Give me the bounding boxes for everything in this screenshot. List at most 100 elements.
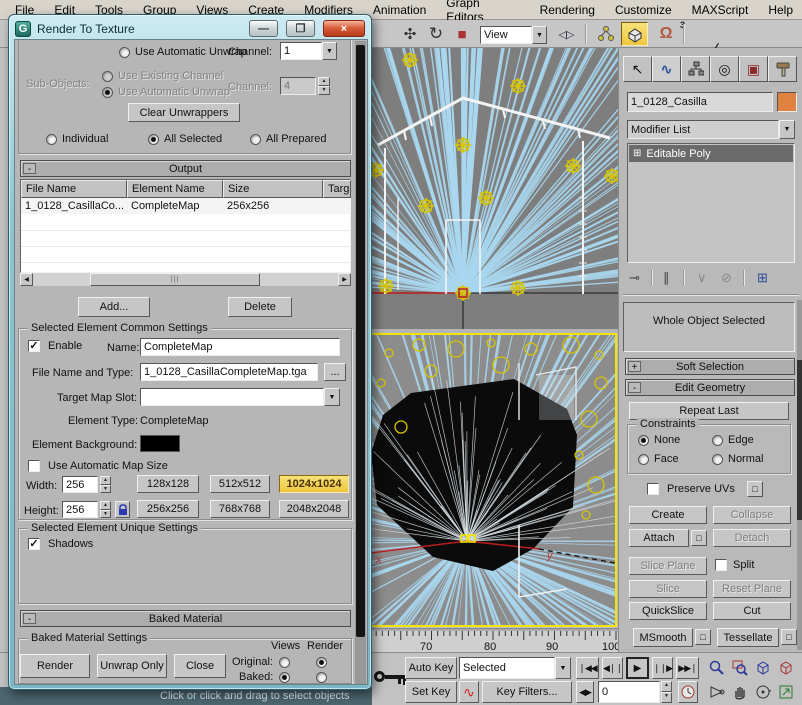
maximize-button[interactable]: ❐ bbox=[286, 20, 315, 37]
channel-sub-spinner[interactable]: ▲ ▼ bbox=[318, 77, 330, 95]
reference-coordinate-dropdown[interactable]: View bbox=[480, 26, 532, 44]
target-map-slot-dropdown[interactable] bbox=[140, 388, 324, 406]
select-rotate-icon[interactable]: ↻ bbox=[424, 23, 448, 45]
scroll-right-button[interactable]: ▶ bbox=[338, 273, 351, 286]
detach-button[interactable]: Detach bbox=[713, 529, 791, 547]
go-to-end-button[interactable]: ▶▶❘ bbox=[676, 657, 699, 679]
constraint-edge-radio[interactable] bbox=[712, 435, 723, 446]
collapse-button[interactable]: Collapse bbox=[713, 506, 791, 524]
shadows-checkbox[interactable]: ✓ bbox=[28, 538, 40, 550]
height-field[interactable]: 256 bbox=[62, 501, 98, 518]
all-selected-radio[interactable] bbox=[148, 134, 159, 145]
default-in-out-tangents-icon[interactable]: ∿ bbox=[459, 681, 479, 703]
element-name-field[interactable]: CompleteMap bbox=[140, 338, 340, 356]
create-button[interactable]: Create bbox=[629, 506, 707, 524]
render-to-texture-dialog[interactable]: G Render To Texture — ❐ × Use Automatic … bbox=[8, 14, 372, 690]
object-color-swatch[interactable] bbox=[777, 92, 797, 112]
zoom-extents-all-button[interactable] bbox=[775, 657, 796, 679]
menu-maxscript[interactable]: MAXScript bbox=[683, 2, 758, 18]
go-to-start-button[interactable]: ❘◀◀ bbox=[576, 657, 599, 679]
viewport-front[interactable] bbox=[133, 0, 793, 329]
constraint-face-radio[interactable] bbox=[638, 454, 649, 465]
unwrap-only-button[interactable]: Unwrap Only bbox=[97, 654, 167, 678]
timeline-ruler[interactable]: 70 80 90 100 bbox=[368, 628, 620, 653]
tab-display[interactable]: ▣ bbox=[739, 56, 768, 82]
dialog-title-bar[interactable]: G Render To Texture — ❐ × bbox=[15, 18, 365, 39]
original-views-radio[interactable] bbox=[279, 657, 290, 668]
scroll-thumb[interactable]: ||| bbox=[90, 273, 260, 286]
reset-plane-button[interactable]: Reset Plane bbox=[713, 580, 791, 598]
width-field[interactable]: 256 bbox=[62, 476, 98, 493]
sub-use-existing-radio[interactable] bbox=[102, 71, 113, 82]
minimize-button[interactable]: — bbox=[249, 20, 278, 37]
stack-item-editable-poly[interactable]: ⊞ Editable Poly bbox=[629, 145, 793, 162]
close-button[interactable]: Close bbox=[174, 654, 226, 678]
tab-create[interactable]: ↖ bbox=[623, 56, 652, 82]
msmooth-button[interactable]: MSmooth bbox=[633, 628, 693, 647]
output-rollup[interactable]: - Output bbox=[20, 160, 351, 177]
column-file-name[interactable]: File Name bbox=[21, 180, 127, 198]
tab-modify[interactable]: ∿ bbox=[652, 56, 681, 82]
quickslice-button[interactable]: QuickSlice bbox=[629, 602, 707, 620]
enable-checkbox[interactable]: ✓ bbox=[28, 340, 40, 352]
baked-render-radio[interactable] bbox=[316, 672, 327, 683]
original-render-radio[interactable] bbox=[316, 657, 327, 668]
select-move-icon[interactable]: ✣ bbox=[398, 23, 422, 45]
remove-modifier-icon[interactable]: ⊘ bbox=[721, 268, 732, 288]
browse-button[interactable]: ... bbox=[324, 363, 346, 381]
clear-unwrappers-button[interactable]: Clear Unwrappers bbox=[128, 103, 240, 122]
size-768-button[interactable]: 768x768 bbox=[210, 500, 270, 518]
previous-frame-button[interactable]: ◀❘❘ bbox=[602, 657, 623, 679]
table-row[interactable]: 1_0128_CasillaCo... CompleteMap 256x256 bbox=[21, 198, 350, 214]
size-512-button[interactable]: 512x512 bbox=[210, 475, 270, 493]
individual-radio[interactable] bbox=[46, 134, 57, 145]
tessellate-button[interactable]: Tessellate bbox=[717, 628, 779, 647]
key-filters-button[interactable]: Key Filters... bbox=[482, 681, 572, 703]
modifier-stack[interactable]: ⊞ Editable Poly bbox=[627, 143, 795, 263]
pan-hand-button[interactable] bbox=[729, 681, 750, 703]
stack-expand-icon[interactable]: ⊞ bbox=[633, 148, 641, 159]
scroll-left-button[interactable]: ◀ bbox=[20, 273, 33, 286]
channel-top-dropdown[interactable]: 1 bbox=[280, 42, 322, 60]
tab-motion[interactable]: ◎ bbox=[710, 56, 739, 82]
viewport-perspective-active[interactable]: xy bbox=[127, 201, 802, 705]
render-button[interactable]: Render bbox=[20, 654, 90, 678]
attach-settings-button[interactable]: □ bbox=[691, 530, 707, 546]
tab-hierarchy[interactable] bbox=[681, 56, 710, 82]
add-button[interactable]: Add... bbox=[78, 297, 150, 317]
output-table[interactable]: File Name Element Name Size Targ 1_0128_… bbox=[20, 179, 351, 273]
column-element-name[interactable]: Element Name bbox=[127, 180, 223, 198]
key-mode-toggle-button[interactable]: ◀▶ bbox=[576, 681, 594, 703]
objects-auto-unwrap-radio[interactable] bbox=[119, 47, 130, 58]
auto-key-button[interactable]: Auto Key bbox=[405, 657, 457, 679]
zoom-button[interactable] bbox=[706, 657, 727, 679]
size-1024-button-selected[interactable]: 1024x1024 bbox=[279, 475, 349, 493]
panel-scrollbar[interactable] bbox=[797, 300, 802, 650]
zoom-extents-button[interactable] bbox=[752, 657, 773, 679]
constraint-normal-radio[interactable] bbox=[712, 454, 723, 465]
select-scale-icon[interactable]: ■ bbox=[450, 23, 474, 45]
tessellate-settings-button[interactable]: □ bbox=[781, 629, 797, 645]
arc-rotate-button[interactable] bbox=[752, 681, 773, 703]
size-128-button[interactable]: 128x128 bbox=[137, 475, 199, 493]
msmooth-settings-button[interactable]: □ bbox=[695, 629, 711, 645]
height-spinner[interactable]: ▲ ▼ bbox=[100, 501, 111, 518]
set-key-button[interactable]: Set Key bbox=[405, 681, 457, 703]
next-frame-button[interactable]: ❘❘▶ bbox=[652, 657, 673, 679]
menu-help[interactable]: Help bbox=[759, 2, 802, 18]
auto-map-size-checkbox[interactable] bbox=[28, 460, 40, 472]
tab-utilities[interactable] bbox=[768, 56, 797, 82]
channel-top-arrow[interactable]: ▼ bbox=[322, 42, 337, 60]
table-h-scrollbar[interactable]: ◀ ||| ▶ bbox=[20, 273, 351, 286]
baked-material-rollup[interactable]: - Baked Material bbox=[20, 610, 351, 627]
width-spinner[interactable]: ▲ ▼ bbox=[100, 476, 111, 493]
split-checkbox[interactable] bbox=[715, 559, 727, 571]
soft-selection-rollup[interactable]: + Soft Selection bbox=[625, 358, 795, 375]
cut-button[interactable]: Cut bbox=[713, 602, 791, 620]
preserve-uvs-checkbox[interactable] bbox=[647, 483, 659, 495]
column-size[interactable]: Size bbox=[223, 180, 323, 198]
maximize-viewport-toggle-button[interactable] bbox=[775, 681, 796, 703]
channel-sub-field[interactable]: 4 bbox=[280, 77, 316, 95]
selection-set-arrow[interactable]: ▼ bbox=[555, 657, 571, 679]
dialog-scrollbar[interactable] bbox=[355, 41, 366, 684]
